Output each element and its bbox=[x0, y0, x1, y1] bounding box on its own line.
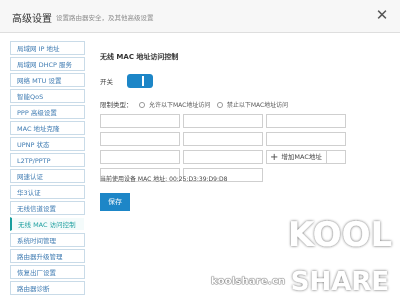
mac-input-1[interactable] bbox=[100, 114, 180, 128]
settings-sidebar: 局域网 IP 地址 局域网 DHCP 服务 网络 MTU 设置 智能QoS PP… bbox=[10, 41, 85, 297]
mac-filter-panel: 无线 MAC 地址访问控制 开关 限制类型： 允许以下MAC地址访问 禁止以下M… bbox=[100, 52, 390, 211]
add-mac-label: 增加MAC地址 bbox=[281, 153, 322, 161]
restrict-type-row: 限制类型： 允许以下MAC地址访问 禁止以下MAC地址访问 bbox=[100, 99, 288, 109]
mac-input-4[interactable] bbox=[100, 132, 180, 146]
mac-input-3[interactable] bbox=[266, 114, 346, 128]
mac-input-5[interactable] bbox=[183, 132, 263, 146]
koolshare-logo: KOOL SHARE bbox=[288, 215, 392, 297]
plus-icon: + bbox=[270, 152, 279, 163]
restrict-type-label: 限制类型： bbox=[100, 101, 133, 109]
mac-input-8[interactable] bbox=[183, 150, 263, 164]
current-mac-row: 当前使用设备 MAC 地址: 00:25:D3:39:D9:D8 bbox=[100, 174, 227, 183]
sidebar-item-factory-reset[interactable]: 恢复出厂设置 bbox=[10, 265, 85, 279]
sidebar-item-upnp[interactable]: UPNP 状态 bbox=[10, 137, 85, 151]
sidebar-item-firmware-upgrade[interactable]: 路由器升级管理 bbox=[10, 249, 85, 263]
mac-input-7[interactable] bbox=[100, 150, 180, 164]
sidebar-item-mac-clone[interactable]: MAC 地址克隆 bbox=[10, 121, 85, 135]
sidebar-item-lan-ip[interactable]: 局域网 IP 地址 bbox=[10, 41, 85, 55]
sidebar-item-mtu[interactable]: 网络 MTU 设置 bbox=[10, 73, 85, 87]
sidebar-item-l2tp-pptp[interactable]: L2TP/PPTP bbox=[10, 153, 85, 167]
close-icon[interactable]: ✕ bbox=[374, 6, 390, 24]
sidebar-item-system-time[interactable]: 系统时间管理 bbox=[10, 233, 85, 247]
sidebar-item-ppp[interactable]: PPP 高级设置 bbox=[10, 105, 85, 119]
sidebar-item-qos[interactable]: 智能QoS bbox=[10, 89, 85, 103]
sidebar-item-wifi-mac-filter[interactable]: 无线 MAC 访问控制 bbox=[10, 217, 85, 231]
dialog-header: 高级设置 设置路由器安全，及其他高级设置 ✕ bbox=[0, 0, 400, 33]
dialog-subtitle: 设置路由器安全，及其他高级设置 bbox=[56, 14, 154, 22]
section-title: 无线 MAC 地址访问控制 bbox=[100, 53, 179, 61]
advanced-settings-dialog: 高级设置 设置路由器安全，及其他高级设置 ✕ 局域网 IP 地址 局域网 DHC… bbox=[0, 0, 400, 306]
logo-line-1: KOOL bbox=[288, 215, 392, 255]
current-mac-value: 00:25:D3:39:D9:D8 bbox=[169, 176, 228, 183]
allow-radio[interactable] bbox=[138, 102, 145, 108]
mac-input-2[interactable] bbox=[183, 114, 263, 128]
sidebar-item-wifi-channel[interactable]: 无线信道设置 bbox=[10, 201, 85, 215]
sidebar-item-lan-dhcp[interactable]: 局域网 DHCP 服务 bbox=[10, 57, 85, 71]
sidebar-item-h3c-auth[interactable]: 华3认证 bbox=[10, 185, 85, 199]
toggle-knob bbox=[142, 76, 144, 86]
dialog-title: 高级设置 bbox=[12, 14, 52, 25]
current-mac-label: 当前使用设备 MAC 地址: bbox=[100, 176, 168, 183]
switch-label: 开关 bbox=[100, 78, 113, 86]
watermark-site-text: koolshare.cn bbox=[211, 276, 286, 287]
sidebar-item-diagnostics[interactable]: 路由器诊断 bbox=[10, 281, 85, 295]
mac-input-6[interactable] bbox=[266, 132, 346, 146]
logo-line-2: SHARE bbox=[291, 267, 389, 297]
deny-radio[interactable] bbox=[216, 102, 223, 108]
switch-row: 开关 bbox=[100, 74, 153, 90]
add-mac-button[interactable]: + 增加MAC地址 bbox=[266, 150, 327, 164]
allow-radio-label[interactable]: 允许以下MAC地址访问 bbox=[149, 102, 210, 109]
save-button[interactable]: 保存 bbox=[100, 193, 130, 211]
sidebar-item-speed-auth[interactable]: 网速认证 bbox=[10, 169, 85, 183]
mac-filter-toggle[interactable] bbox=[127, 74, 153, 88]
deny-radio-label[interactable]: 禁止以下MAC地址访问 bbox=[227, 102, 288, 109]
